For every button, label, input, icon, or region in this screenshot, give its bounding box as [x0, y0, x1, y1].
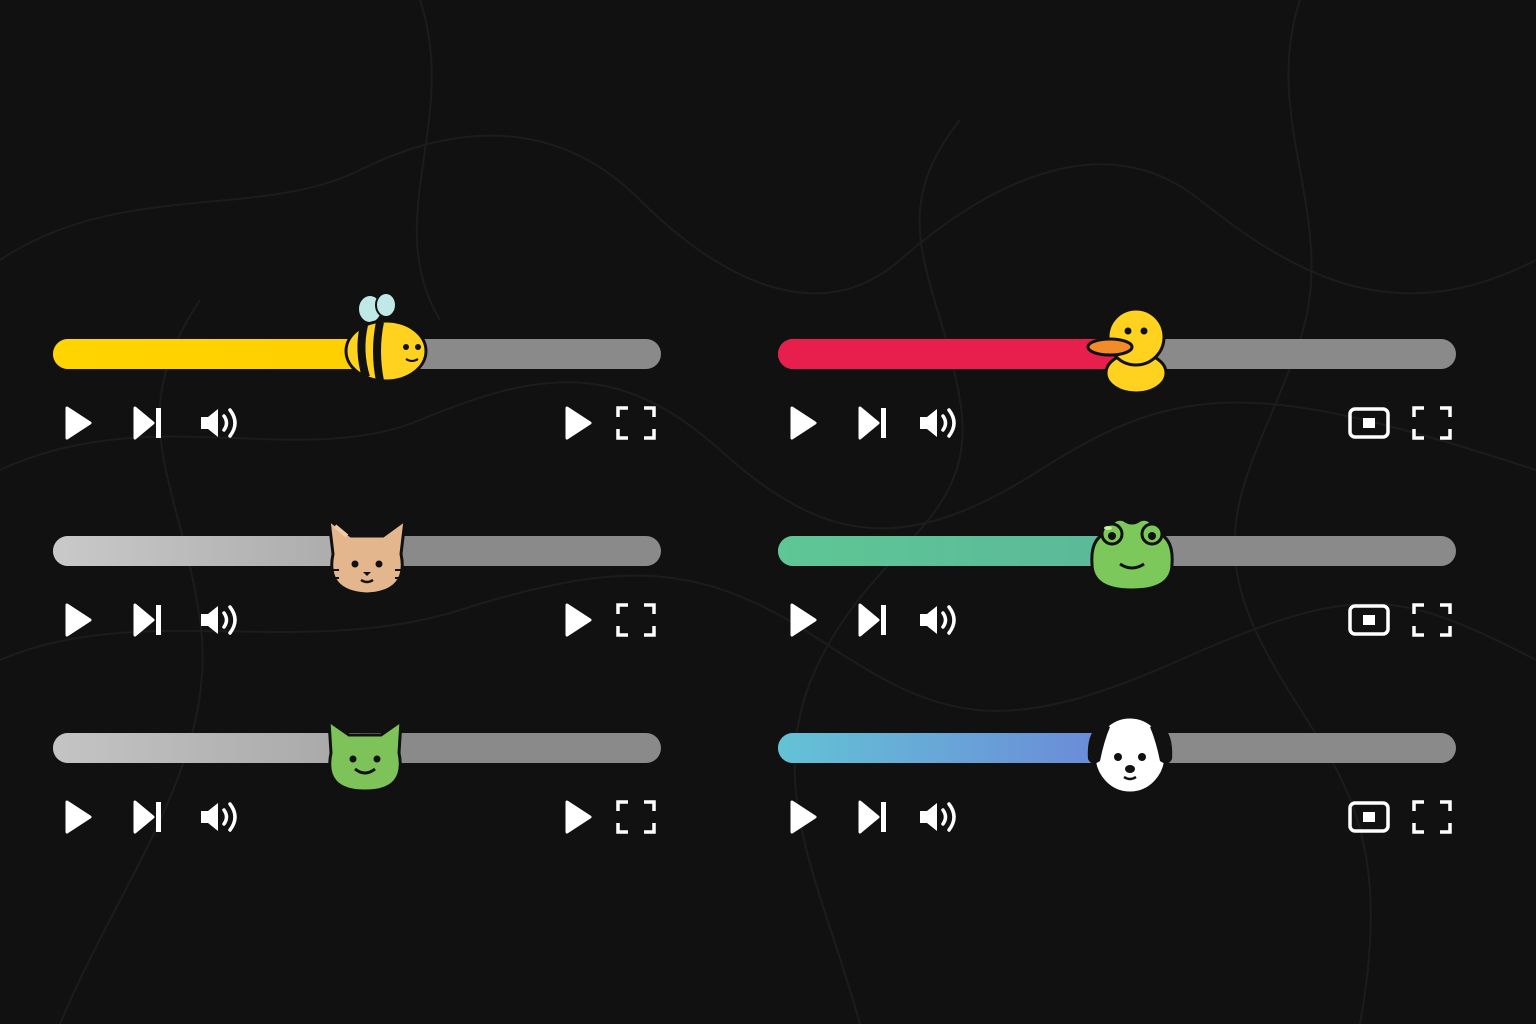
- volume-button[interactable]: [915, 598, 965, 642]
- skip-next-icon: [858, 800, 886, 834]
- play-button-secondary[interactable]: [553, 795, 603, 839]
- progress-fill: [778, 733, 1128, 763]
- fullscreen-button[interactable]: [611, 598, 661, 642]
- volume-button[interactable]: [196, 795, 246, 839]
- miniplayer-button[interactable]: [1344, 598, 1394, 642]
- play-button-secondary[interactable]: [553, 598, 603, 642]
- media-player-duck: [778, 307, 1458, 469]
- volume-icon: [201, 408, 237, 438]
- green-cat-icon[interactable]: [315, 705, 415, 805]
- skip-next-icon: [133, 406, 161, 440]
- duck-icon[interactable]: [1078, 299, 1178, 399]
- volume-icon: [201, 802, 237, 832]
- fullscreen-icon: [616, 406, 656, 440]
- frog-icon[interactable]: [1082, 506, 1182, 606]
- fullscreen-button[interactable]: [1407, 401, 1457, 445]
- skip-next-button[interactable]: [848, 795, 898, 839]
- miniplayer-icon: [1348, 801, 1390, 833]
- fullscreen-button[interactable]: [1407, 795, 1457, 839]
- background-contour-pattern: [0, 0, 1536, 1024]
- miniplayer-icon: [1348, 407, 1390, 439]
- dog-icon[interactable]: [1080, 701, 1180, 801]
- media-player-cat: [53, 518, 733, 666]
- progress-fill: [778, 536, 1128, 566]
- volume-button[interactable]: [915, 401, 965, 445]
- skip-next-icon: [133, 603, 161, 637]
- fullscreen-button[interactable]: [611, 401, 661, 445]
- fullscreen-icon: [616, 800, 656, 834]
- skip-next-button[interactable]: [848, 598, 898, 642]
- fullscreen-button[interactable]: [1407, 598, 1457, 642]
- media-player-frog: [778, 517, 1458, 666]
- volume-button[interactable]: [196, 401, 246, 445]
- play-button[interactable]: [53, 598, 103, 642]
- skip-next-icon: [858, 603, 886, 637]
- play-button[interactable]: [778, 598, 828, 642]
- media-player-green-cat: [53, 719, 733, 863]
- play-button[interactable]: [778, 795, 828, 839]
- skip-next-button[interactable]: [123, 598, 173, 642]
- progress-fill: [53, 339, 373, 369]
- skip-next-button[interactable]: [123, 795, 173, 839]
- play-button[interactable]: [53, 401, 103, 445]
- skip-next-icon: [133, 800, 161, 834]
- skip-next-button[interactable]: [848, 401, 898, 445]
- skip-next-button[interactable]: [123, 401, 173, 445]
- play-icon: [790, 603, 817, 637]
- play-button-secondary[interactable]: [553, 401, 603, 445]
- play-button[interactable]: [53, 795, 103, 839]
- volume-icon: [201, 605, 237, 635]
- skip-next-icon: [858, 406, 886, 440]
- miniplayer-button[interactable]: [1344, 401, 1394, 445]
- volume-icon: [920, 408, 956, 438]
- play-button[interactable]: [778, 401, 828, 445]
- volume-icon: [920, 605, 956, 635]
- fullscreen-button[interactable]: [611, 795, 661, 839]
- bee-icon[interactable]: [336, 289, 436, 389]
- play-icon: [790, 406, 817, 440]
- media-player-dog: [778, 715, 1458, 863]
- play-icon: [565, 603, 592, 637]
- cat-icon[interactable]: [317, 506, 417, 606]
- miniplayer-icon: [1348, 604, 1390, 636]
- volume-button[interactable]: [915, 795, 965, 839]
- fullscreen-icon: [1412, 406, 1452, 440]
- media-player-bee: [53, 292, 733, 469]
- miniplayer-button[interactable]: [1344, 795, 1394, 839]
- fullscreen-icon: [1412, 603, 1452, 637]
- play-icon: [65, 800, 92, 834]
- fullscreen-icon: [1412, 800, 1452, 834]
- progress-fill: [778, 339, 1118, 369]
- play-icon: [790, 800, 817, 834]
- play-icon: [565, 406, 592, 440]
- volume-icon: [920, 802, 956, 832]
- play-icon: [565, 800, 592, 834]
- play-icon: [65, 406, 92, 440]
- volume-button[interactable]: [196, 598, 246, 642]
- play-icon: [65, 603, 92, 637]
- fullscreen-icon: [616, 603, 656, 637]
